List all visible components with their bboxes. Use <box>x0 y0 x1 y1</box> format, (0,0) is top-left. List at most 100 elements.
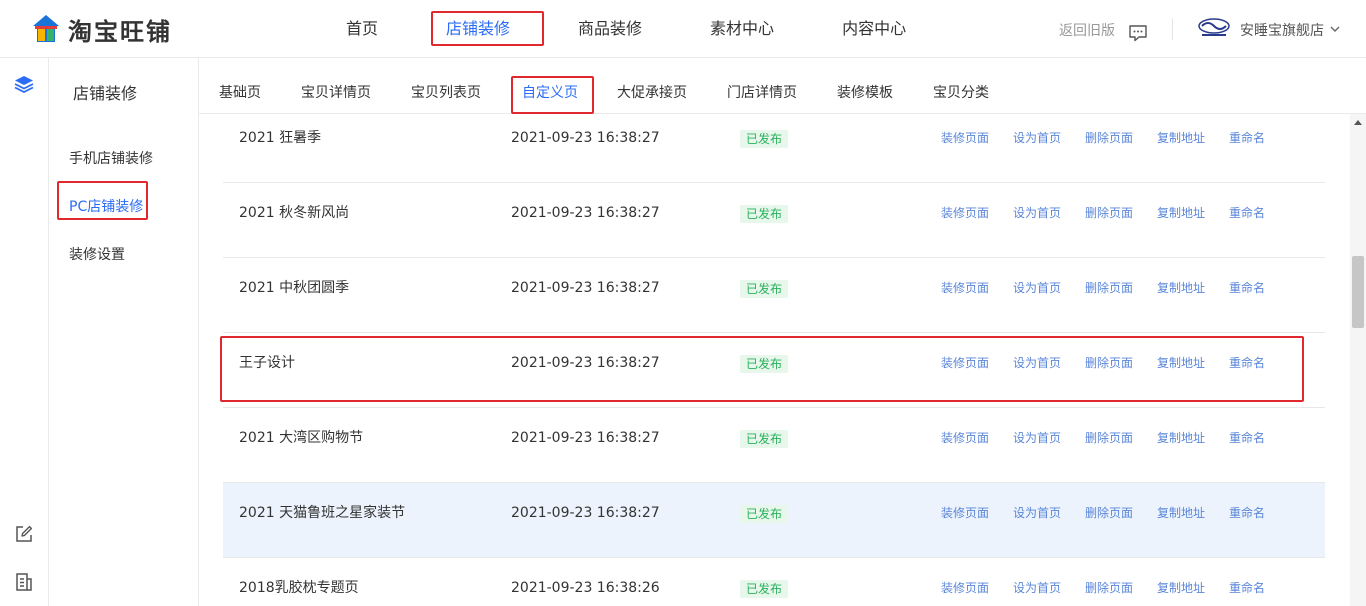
set-home-link[interactable]: 设为首页 <box>1013 408 1061 468</box>
sidebar-title: 店铺装修 <box>73 84 138 103</box>
rename-link[interactable]: 重命名 <box>1229 183 1265 243</box>
delete-page-link[interactable]: 删除页面 <box>1085 408 1133 468</box>
table-row: 2021 中秋团圆季 2021-09-23 16:38:27 已发布 装修页面 … <box>223 258 1325 333</box>
page-updated-time: 2021-09-23 16:38:27 <box>511 430 660 446</box>
delete-page-link[interactable]: 删除页面 <box>1085 114 1133 168</box>
table-row: 2021 狂暑季 2021-09-23 16:38:27 已发布 装修页面 设为… <box>223 114 1325 183</box>
icon-rail <box>0 58 49 606</box>
set-home-link[interactable]: 设为首页 <box>1013 114 1061 168</box>
sidebar-item-mobile-decoration[interactable]: 手机店铺装修 <box>69 148 153 168</box>
status-badge: 已发布 <box>740 430 789 448</box>
page-name: 2021 天猫鲁班之星家装节 <box>239 505 406 521</box>
copy-url-link[interactable]: 复制地址 <box>1157 558 1205 606</box>
status-badge: 已发布 <box>740 580 789 598</box>
taobao-wangpu-logo[interactable]: 淘宝旺铺 <box>32 12 172 46</box>
page-name: 2021 中秋团圆季 <box>239 280 350 296</box>
nav-content-center[interactable]: 内容中心 <box>826 0 922 58</box>
delete-page-link[interactable]: 删除页面 <box>1085 183 1133 243</box>
status-badge: 已发布 <box>740 355 789 373</box>
shop-name[interactable]: 安睡宝旗舰店 <box>1240 20 1324 40</box>
edit-page-link[interactable]: 装修页面 <box>941 114 989 168</box>
secondary-sidebar: 店铺装修 手机店铺装修 PC店铺装修 装修设置 <box>49 58 199 606</box>
edit-page-link[interactable]: 装修页面 <box>941 558 989 606</box>
set-home-link[interactable]: 设为首页 <box>1013 558 1061 606</box>
status-badge: 已发布 <box>740 280 789 298</box>
status-badge: 已发布 <box>740 205 789 223</box>
delete-page-link[interactable]: 删除页面 <box>1085 258 1133 318</box>
rename-link[interactable]: 重命名 <box>1229 558 1265 606</box>
page-updated-time: 2021-09-23 16:38:27 <box>511 130 660 146</box>
delete-page-link[interactable]: 删除页面 <box>1085 333 1133 393</box>
copy-url-link[interactable]: 复制地址 <box>1157 483 1205 543</box>
page-updated-time: 2021-09-23 16:38:27 <box>511 355 660 371</box>
header-divider <box>1172 18 1173 40</box>
page-updated-time: 2021-09-23 16:38:27 <box>511 505 660 521</box>
logo-house-icon <box>33 15 59 42</box>
table-row: 2018乳胶枕专题页 2021-09-23 16:38:26 已发布 装修页面 … <box>223 558 1325 606</box>
message-icon[interactable] <box>1128 24 1148 42</box>
tab-basic-page[interactable]: 基础页 <box>219 58 261 114</box>
top-header: 淘宝旺铺 首页 店铺装修 商品装修 素材中心 内容中心 返回旧版 安睡宝旗舰店 <box>0 0 1366 58</box>
status-badge: 已发布 <box>740 130 789 148</box>
table-row: 2021 大湾区购物节 2021-09-23 16:38:27 已发布 装修页面… <box>223 408 1325 483</box>
page-updated-time: 2021-09-23 16:38:26 <box>511 580 660 596</box>
tab-item-detail-page[interactable]: 宝贝详情页 <box>301 58 371 114</box>
rename-link[interactable]: 重命名 <box>1229 333 1265 393</box>
set-home-link[interactable]: 设为首页 <box>1013 483 1061 543</box>
rename-link[interactable]: 重命名 <box>1229 114 1265 168</box>
tab-store-detail-page[interactable]: 门店详情页 <box>727 58 797 114</box>
edit-page-link[interactable]: 装修页面 <box>941 483 989 543</box>
page-updated-time: 2021-09-23 16:38:27 <box>511 280 660 296</box>
tab-custom-page[interactable]: 自定义页 <box>522 58 578 114</box>
nav-material-center[interactable]: 素材中心 <box>694 0 790 58</box>
set-home-link[interactable]: 设为首页 <box>1013 258 1061 318</box>
tab-promotion-page[interactable]: 大促承接页 <box>617 58 687 114</box>
page-name: 2021 大湾区购物节 <box>239 430 364 446</box>
table-row: 2021 秋冬新风尚 2021-09-23 16:38:27 已发布 装修页面 … <box>223 183 1325 258</box>
edit-page-link[interactable]: 装修页面 <box>941 408 989 468</box>
tab-item-categories[interactable]: 宝贝分类 <box>933 58 989 114</box>
nav-product-decoration[interactable]: 商品装修 <box>562 0 658 58</box>
rename-link[interactable]: 重命名 <box>1229 408 1265 468</box>
page-name: 2021 秋冬新风尚 <box>239 205 350 221</box>
tab-decoration-templates[interactable]: 装修模板 <box>837 58 893 114</box>
nav-store-decoration[interactable]: 店铺装修 <box>430 0 526 58</box>
copy-url-link[interactable]: 复制地址 <box>1157 114 1205 168</box>
delete-page-link[interactable]: 删除页面 <box>1085 483 1133 543</box>
layers-icon[interactable] <box>14 74 34 94</box>
copy-url-link[interactable]: 复制地址 <box>1157 408 1205 468</box>
logo-text: 淘宝旺铺 <box>68 17 172 46</box>
set-home-link[interactable]: 设为首页 <box>1013 333 1061 393</box>
edit-page-link[interactable]: 装修页面 <box>941 183 989 243</box>
page-type-tabs: 基础页 宝贝详情页 宝贝列表页 自定义页 大促承接页 门店详情页 装修模板 宝贝… <box>199 58 1366 114</box>
page-name: 2018乳胶枕专题页 <box>239 580 359 596</box>
sidebar-item-decoration-settings[interactable]: 装修设置 <box>69 244 125 264</box>
edit-icon[interactable] <box>14 524 34 544</box>
copy-url-link[interactable]: 复制地址 <box>1157 258 1205 318</box>
page-updated-time: 2021-09-23 16:38:27 <box>511 205 660 221</box>
sidebar-item-pc-decoration[interactable]: PC店铺装修 <box>69 196 143 216</box>
document-icon[interactable] <box>14 572 34 592</box>
delete-page-link[interactable]: 删除页面 <box>1085 558 1133 606</box>
set-home-link[interactable]: 设为首页 <box>1013 183 1061 243</box>
vertical-scrollbar[interactable] <box>1350 114 1366 606</box>
shop-logo <box>1198 18 1230 36</box>
nav-home[interactable]: 首页 <box>330 0 394 58</box>
edit-page-link[interactable]: 装修页面 <box>941 258 989 318</box>
page-name: 王子设计 <box>239 355 295 371</box>
scroll-up-arrow-icon[interactable] <box>1354 120 1362 125</box>
rename-link[interactable]: 重命名 <box>1229 258 1265 318</box>
table-row: 2021 天猫鲁班之星家装节 2021-09-23 16:38:27 已发布 装… <box>223 483 1325 558</box>
chevron-down-icon[interactable] <box>1330 24 1340 34</box>
main-nav: 首页 店铺装修 商品装修 素材中心 内容中心 <box>330 0 958 58</box>
copy-url-link[interactable]: 复制地址 <box>1157 333 1205 393</box>
edit-page-link[interactable]: 装修页面 <box>941 333 989 393</box>
back-to-old-version-link[interactable]: 返回旧版 <box>1059 20 1115 40</box>
rename-link[interactable]: 重命名 <box>1229 483 1265 543</box>
status-badge: 已发布 <box>740 505 789 523</box>
copy-url-link[interactable]: 复制地址 <box>1157 183 1205 243</box>
scrollbar-thumb[interactable] <box>1352 256 1364 328</box>
custom-pages-list: 2021 狂暑季 2021-09-23 16:38:27 已发布 装修页面 设为… <box>199 114 1350 606</box>
tab-item-list-page[interactable]: 宝贝列表页 <box>411 58 481 114</box>
table-row: 王子设计 2021-09-23 16:38:27 已发布 装修页面 设为首页 删… <box>223 333 1325 408</box>
